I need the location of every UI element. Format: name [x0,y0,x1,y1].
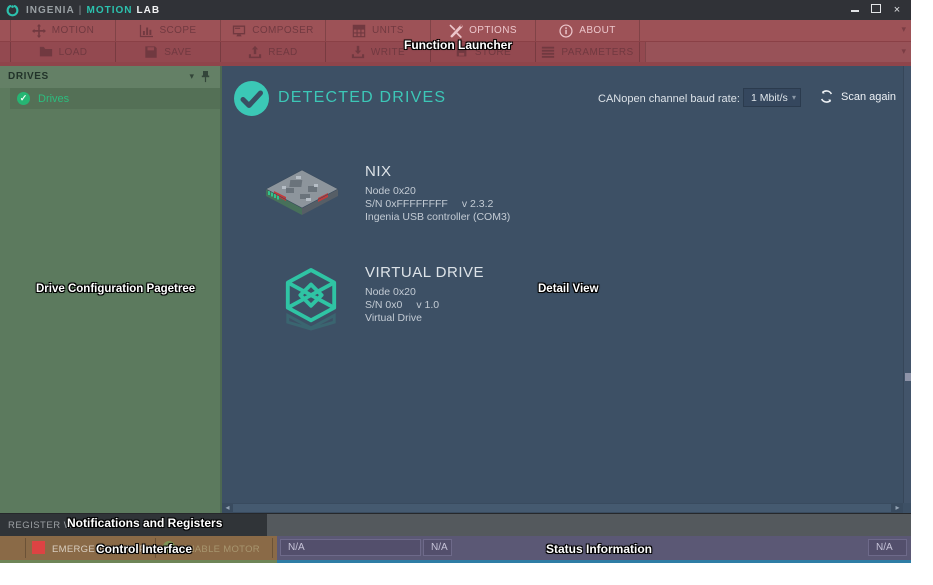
ingenia-power-logo-icon [6,4,19,17]
status-field-3: N/A [868,539,907,556]
options-wrench-icon [449,24,463,38]
drive-serial-version: S/N 0xFFFFFFFF v 2.3.2 [365,198,493,210]
sidebar-item-label: Drives [38,93,69,105]
annotation-detail-view: Detail View [538,283,599,295]
drive-serial: S/N 0xFFFFFFFF [365,198,448,210]
write-download-icon [351,45,365,59]
drive-node: Node 0x20 [365,185,416,197]
read-upload-icon [248,45,262,59]
sidebar-item-drives[interactable]: ✓ Drives [10,88,220,109]
drive-serial: S/N 0x0 [365,299,402,311]
nix-board-photo [262,165,342,227]
pagetree-panel-header: DRIVES ▾ [0,66,220,88]
tab-scope[interactable]: SCOPE [115,20,220,41]
scroll-left-arrow-icon[interactable]: ◂ [222,503,233,513]
parameters-list-icon [541,45,555,59]
motion-lab-window: INGENIA|MOTIONLAB × MOTION SCOPE CO [0,0,911,563]
drive-version: v 1.0 [416,299,439,311]
annotation-function-launcher: Function Launcher [404,38,512,52]
save-floppy-icon [144,45,158,59]
action-save[interactable]: SAVE [115,42,220,62]
drive-connection: Virtual Drive [365,312,422,324]
tabs-overflow-chevron-icon[interactable]: ▾ [901,24,906,35]
panel-title: DRIVES [8,71,49,82]
drive-list-item-nix[interactable]: NIX Node 0x20 S/N 0xFFFFFFFF v 2.3.2 Inge… [222,161,862,241]
horizontal-scrollbar-thumb[interactable] [233,504,891,512]
composer-monitor-icon [232,24,246,38]
action-label: PARAMETERS [561,47,633,58]
drive-node: Node 0x20 [365,286,416,298]
status-field-2: N/A [423,539,452,556]
scroll-right-arrow-icon[interactable]: ▸ [892,503,903,513]
tab-composer[interactable]: COMPOSER [220,20,325,41]
load-folder-icon [39,45,53,59]
chevron-down-icon: ▾ [792,93,800,102]
drive-name: NIX [365,163,392,180]
emergency-stop-icon [32,541,45,554]
annotation-status-information: Status Information [546,542,652,556]
tab-about[interactable]: ABOUT [535,20,640,41]
refresh-icon [819,89,834,104]
brand-text: INGENIA [26,5,75,16]
actions-overflow-chevron-icon[interactable]: ▾ [901,46,906,57]
window-bottom-border-right [277,560,911,563]
tab-label: UNITS [372,25,404,36]
product-suffix-text: LAB [132,5,160,16]
baud-rate-select[interactable]: 1 Mbit/s ▾ [743,88,801,107]
status-field-1: N/A [280,539,421,556]
baud-rate-value: 1 Mbit/s [744,92,792,104]
product-text: MOTION [86,5,132,16]
scope-chart-icon [139,24,153,38]
drive-serial-version: S/N 0x0 v 1.0 [365,299,439,311]
toolbar-empty-pane [645,42,911,62]
scan-again-label: Scan again [841,91,896,103]
tab-label: OPTIONS [469,25,517,36]
units-grid-icon [352,24,366,38]
detected-drives-title: DETECTED DRIVES [278,89,446,107]
drive-version: v 2.3.2 [462,198,494,210]
tab-label: SCOPE [159,25,196,36]
maximize-button[interactable] [870,0,882,20]
action-parameters[interactable]: PARAMETERS [535,42,640,62]
annotation-drive-configuration-pagetree: Drive Configuration Pagetree [36,283,195,295]
title-bar: INGENIA|MOTIONLAB × [0,0,911,20]
check-circle-icon: ✓ [17,92,30,105]
action-read[interactable]: READ [220,42,325,62]
collapse-caret-icon[interactable]: ▾ [189,71,194,82]
action-label: READ [268,47,297,58]
about-info-icon [559,24,573,38]
tab-label: MOTION [52,25,94,36]
vertical-scrollbar-thumb[interactable] [905,373,911,381]
tab-label: ABOUT [579,25,615,36]
title-separator: | [75,5,87,16]
tab-motion[interactable]: MOTION [10,20,115,41]
action-label: SAVE [164,47,192,58]
baud-rate-label: CANopen channel baud rate: [598,93,740,105]
action-label: LOAD [59,47,88,58]
motion-move-icon [32,24,46,38]
minimize-button[interactable] [849,0,861,20]
detected-drives-check-icon [234,81,269,116]
tab-label: COMPOSER [252,25,314,36]
annotation-notifications-and-registers: Notifications and Registers [67,516,222,530]
annotation-control-interface: Control Interface [96,542,192,556]
window-bottom-border-left [0,560,277,563]
close-button[interactable]: × [891,0,903,20]
action-load[interactable]: LOAD [10,42,115,62]
vertical-scrollbar[interactable] [903,66,911,503]
drive-list-item-virtual-drive[interactable]: VIRTUAL DRIVE Node 0x20 S/N 0x0 v 1.0 Vir… [222,262,862,342]
scan-again-button[interactable]: Scan again [819,89,896,104]
window-controls: × [849,0,903,20]
window-title: INGENIA|MOTIONLAB [26,5,160,16]
drive-name: VIRTUAL DRIVE [365,264,484,281]
enable-motor-button[interactable]: ENABLE MOTOR [181,544,260,555]
horizontal-scrollbar[interactable]: ◂ ▸ [222,503,903,513]
action-label: WRITE [371,47,405,58]
virtual-drive-cube-icon [282,266,340,332]
pin-icon[interactable] [200,70,211,83]
drive-connection: Ingenia USB controller (COM3) [365,211,510,223]
